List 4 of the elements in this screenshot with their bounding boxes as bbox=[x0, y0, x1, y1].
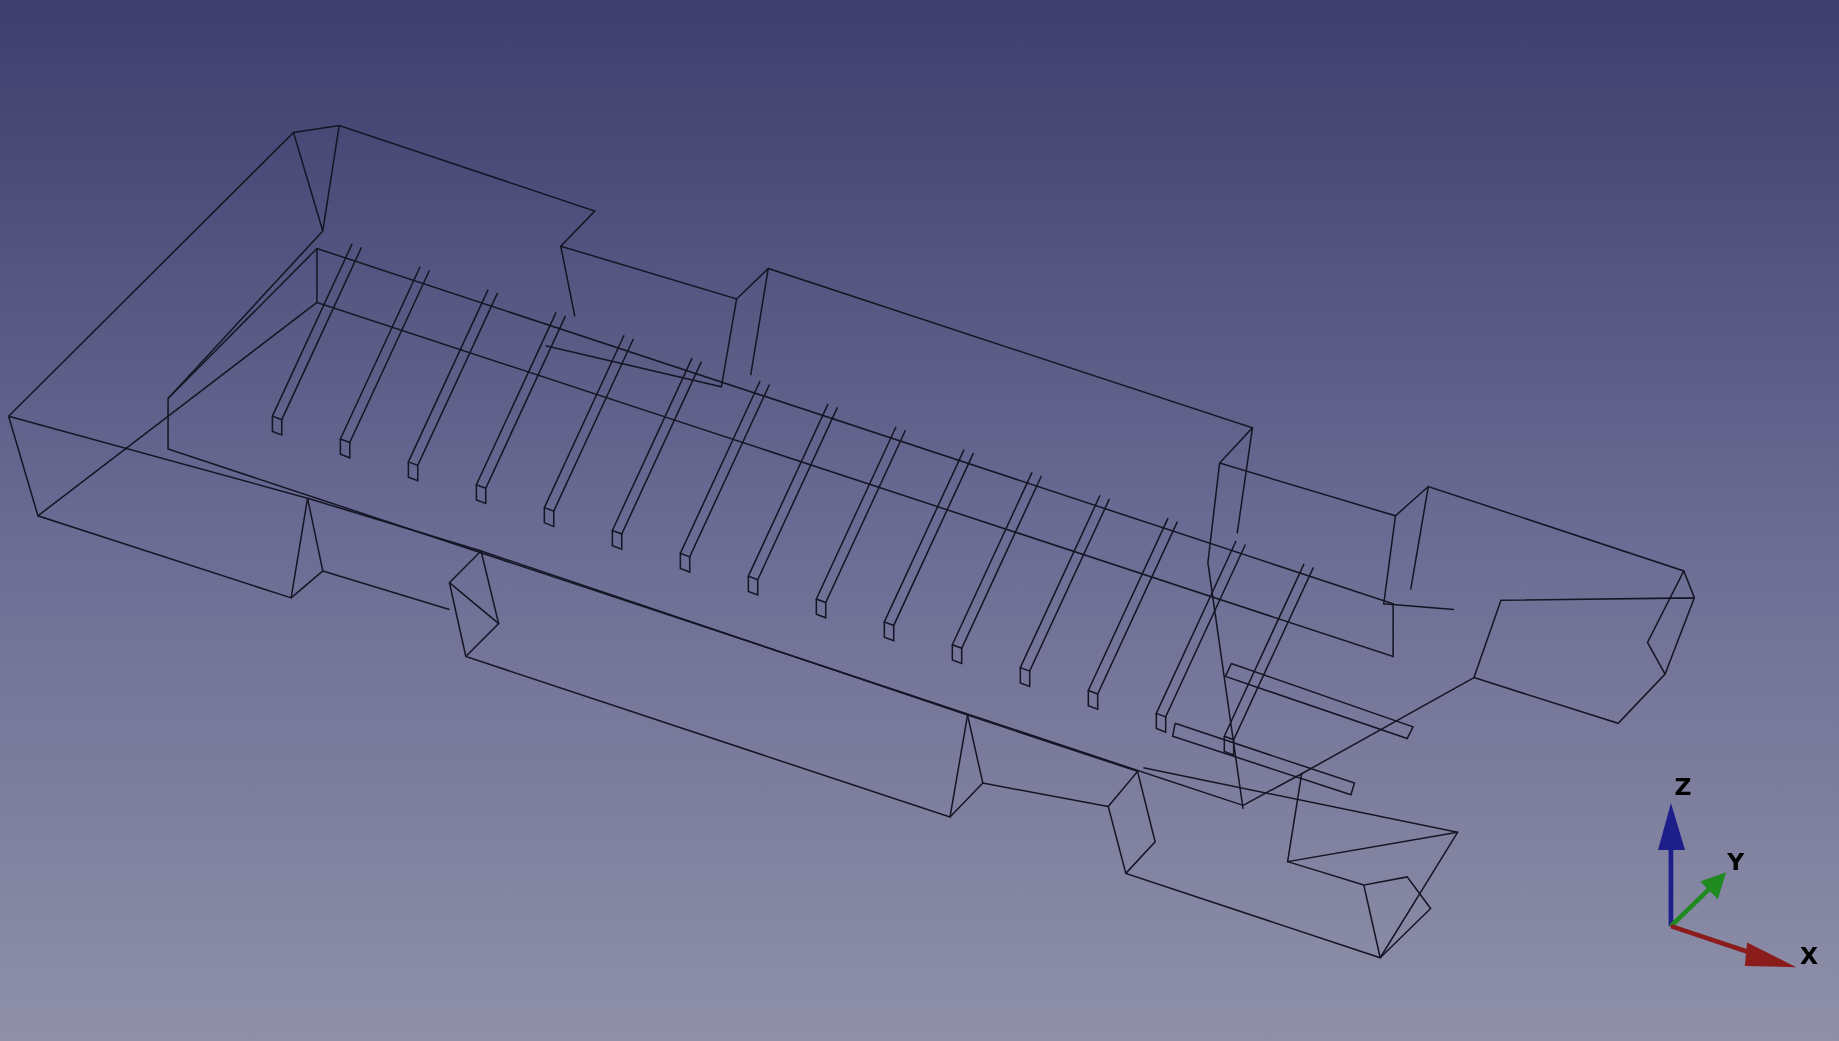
axis-label: Z bbox=[1674, 772, 1692, 801]
axis-label: Y bbox=[1727, 847, 1745, 876]
axis-label: X bbox=[1799, 941, 1818, 970]
3d-viewport[interactable]: Z Y X bbox=[0, 0, 1839, 1041]
